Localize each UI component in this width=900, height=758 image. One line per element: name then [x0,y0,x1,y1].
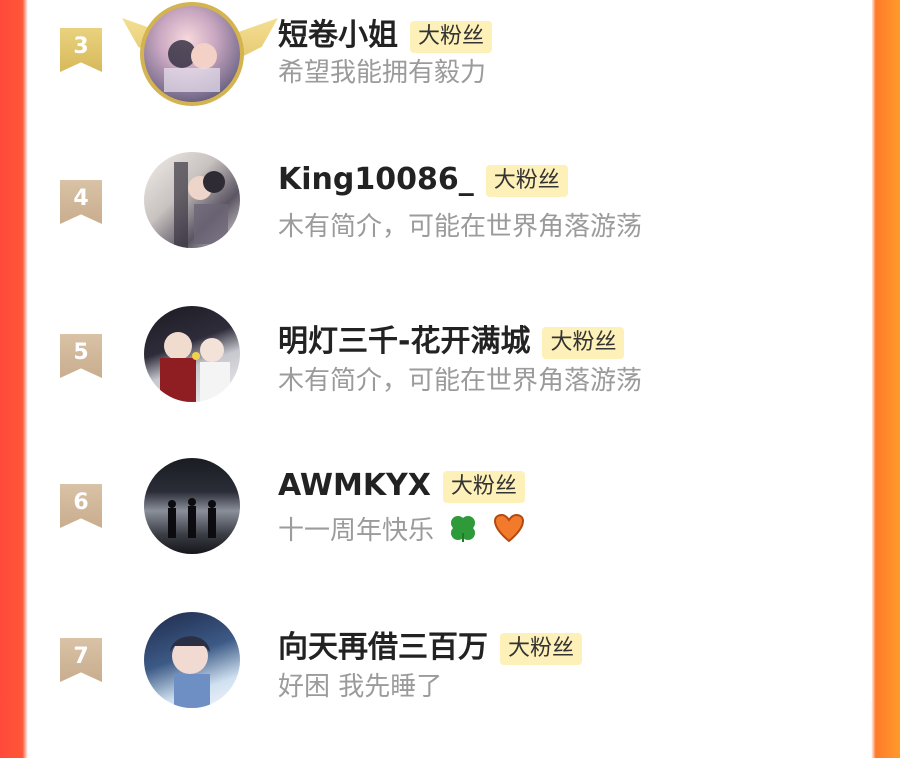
list-item[interactable]: 3 短卷小姐 大粉丝 希望我能拥有毅力 [28,0,872,142]
fan-name-text: 明灯三千-花开满城 [278,324,531,359]
avatar[interactable] [144,612,240,708]
fan-bio: 木有简介，可能在世界角落游荡 [278,212,643,242]
fan-name-text: King10086_ [278,162,474,197]
rank-ribbon: 6 [60,484,102,528]
fan-name[interactable]: 短卷小姐 大粉丝 [278,10,493,54]
orange-heart-icon [493,513,525,550]
rank-ribbon: 4 [60,180,102,224]
list-item[interactable]: 5 明灯三千-花开满城 大粉丝 木有简介，可能在世界角落游荡 [28,296,872,450]
list-item[interactable]: 7 向天再借三百万 大粉丝 好困 我先睡了 [28,604,872,758]
rank-ribbon: 5 [60,334,102,378]
fan-bio: 希望我能拥有毅力 [278,58,487,88]
fan-name-text: AWMKYX [278,468,431,503]
avatar-art-icon [170,636,210,708]
fan-name-text: 向天再借三百万 [278,630,488,665]
fan-name-text: 短卷小姐 [278,18,398,53]
fan-level-badge: 大粉丝 [542,326,625,359]
avatar[interactable] [144,306,240,402]
fan-bio: 十一周年快乐 [278,510,525,550]
fan-ranking-list: 3 短卷小姐 大粉丝 希望我能拥有毅力 4 King10086_ 大粉丝 木有简… [28,0,872,708]
avatar[interactable] [140,2,244,106]
list-item[interactable]: 4 King10086_ 大粉丝 木有简介，可能在世界角落游荡 [28,142,872,296]
fan-bio-text: 十一周年快乐 [278,516,435,546]
avatar-art-icon [164,40,220,92]
fan-name[interactable]: AWMKYX 大粉丝 [278,468,525,503]
avatar[interactable] [144,152,240,248]
avatar-art-icon [168,498,216,538]
avatar-art-icon [174,162,228,248]
fan-level-badge: 大粉丝 [500,632,583,665]
clover-icon [448,513,478,550]
fan-bio: 好困 我先睡了 [278,672,443,702]
fan-bio: 木有简介，可能在世界角落游荡 [278,366,643,396]
list-item[interactable]: 6 AWMKYX 大粉丝 十一周年快乐 [28,450,872,604]
fan-name[interactable]: King10086_ 大粉丝 [278,162,568,197]
fan-name[interactable]: 向天再借三百万 大粉丝 [278,622,583,666]
avatar-art-icon [160,332,230,402]
fan-level-badge: 大粉丝 [410,20,493,53]
rank-ribbon: 3 [60,28,102,72]
fan-name[interactable]: 明灯三千-花开满城 大粉丝 [278,316,625,360]
avatar[interactable] [144,458,240,554]
rank-ribbon: 7 [60,638,102,682]
fan-level-badge: 大粉丝 [442,470,525,503]
fan-level-badge: 大粉丝 [485,164,568,197]
